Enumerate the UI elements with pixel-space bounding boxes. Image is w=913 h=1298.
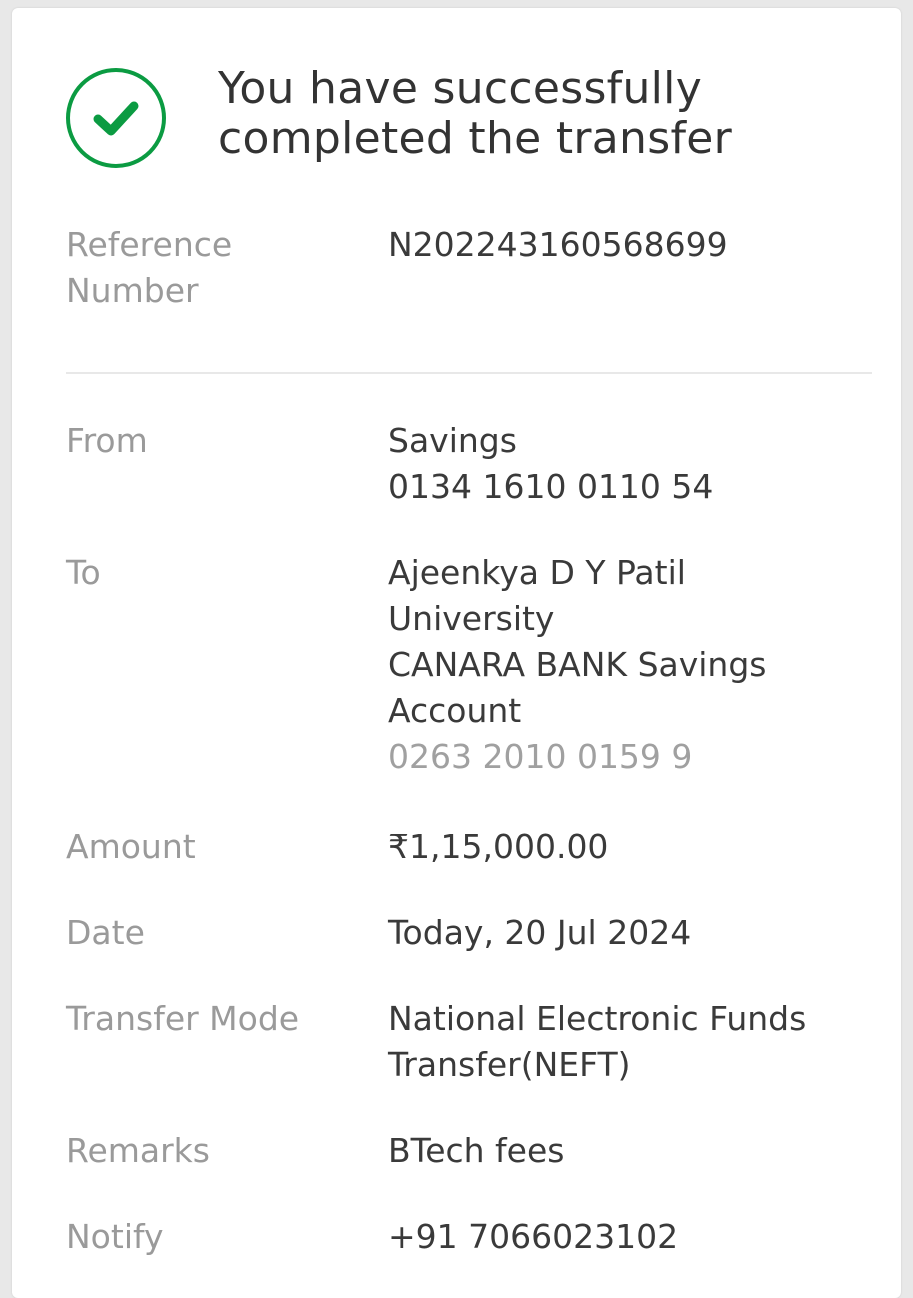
- notify-value: +91 7066023102: [388, 1217, 679, 1256]
- amount-label: Amount: [66, 827, 196, 866]
- remarks-value: BTech fees: [388, 1131, 565, 1170]
- payee-name-line2: University: [388, 599, 555, 638]
- divider: [66, 372, 872, 374]
- reference-number-value: N202243160568699: [388, 225, 728, 264]
- transfer-mode-value: National Electronic Funds Transfer(NEFT): [388, 996, 868, 1088]
- from-account-type: Savings: [388, 421, 517, 460]
- payee-account-number: 0263 2010 0159 9: [388, 737, 693, 776]
- transfer-mode-line2: Transfer(NEFT): [388, 1045, 631, 1084]
- amount-value: ₹1,15,000.00: [388, 827, 609, 866]
- success-message-line2: completed the transfer: [218, 113, 732, 164]
- to-account: Ajeenkya D Y Patil University CANARA BAN…: [388, 550, 868, 780]
- transfer-mode-label: Transfer Mode: [66, 999, 300, 1038]
- reference-label-line1: Reference: [66, 225, 233, 264]
- remarks-label: Remarks: [66, 1131, 210, 1170]
- payee-bank-line1: CANARA BANK Savings: [388, 645, 767, 684]
- date-label: Date: [66, 913, 145, 952]
- checkmark-icon: [93, 101, 139, 136]
- date-value: Today, 20 Jul 2024: [388, 913, 692, 952]
- from-account-number: 0134 1610 0110 54: [388, 467, 714, 506]
- reference-label-line2: Number: [66, 271, 199, 310]
- payee-bank-line2: Account: [388, 691, 522, 730]
- success-message-line1: You have successfully: [218, 63, 703, 114]
- reference-number-label: Reference Number: [66, 222, 366, 314]
- transfer-confirmation-card: You have successfully completed the tran…: [12, 8, 901, 1298]
- from-label: From: [66, 421, 148, 460]
- notify-label: Notify: [66, 1217, 164, 1256]
- transfer-mode-line1: National Electronic Funds: [388, 999, 807, 1038]
- from-account: Savings 0134 1610 0110 54: [388, 418, 868, 510]
- to-label: To: [66, 553, 101, 592]
- check-circle-icon: [66, 68, 166, 168]
- success-message: You have successfully completed the tran…: [218, 64, 878, 164]
- payee-name-line1: Ajeenkya D Y Patil: [388, 553, 686, 592]
